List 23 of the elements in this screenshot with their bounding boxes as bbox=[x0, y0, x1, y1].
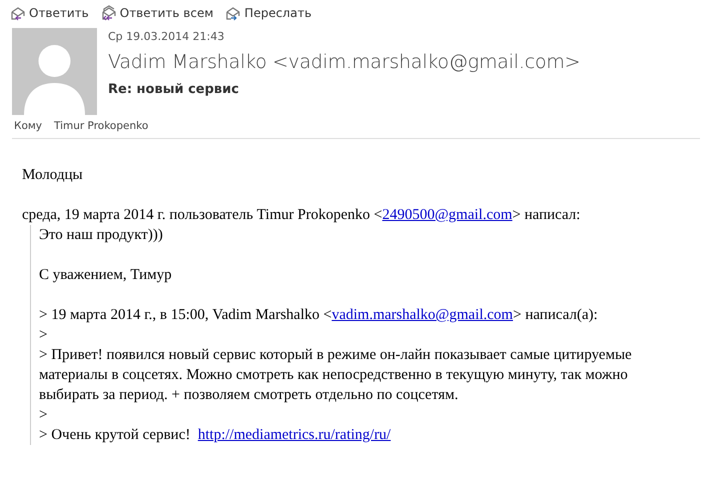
message-line: С уважением, Тимур bbox=[39, 266, 173, 285]
message-line: > bbox=[39, 326, 48, 345]
recipient-label: Кому bbox=[14, 120, 42, 132]
toolbar-button[interactable]: Переслать bbox=[225, 5, 312, 21]
message-line: > Очень крутой сервис! http://mediametrics.ru/rating/ru/ bbox=[39, 426, 392, 445]
message-line: Это наш продукт))) bbox=[39, 226, 164, 245]
recipient-name: Timur Prokopenko bbox=[54, 120, 148, 132]
toolbar-button[interactable]: Ответить bbox=[10, 5, 89, 21]
envelope-icon bbox=[100, 5, 117, 21]
toolbar-button[interactable]: Ответить всем bbox=[100, 5, 214, 21]
message-line: > 19 марта 2014 г., в 15:00, Vadim Marshalko <vadim.marshalko@gmail.com> написал(а): bbox=[39, 306, 599, 325]
message-line: > Привет! появился новый сервис который в режиме он-лайн показывает самые цитируемые материалы в соцсетях. Можно смотреть как непосредственно в текущую минуту, так можно выбирать за период. + позволяем смотреть отдельно по соцсетям. bbox=[39, 346, 633, 405]
message-line: Молодцы bbox=[22, 166, 84, 185]
sent-date: Ср 19.03.2014 21:43 bbox=[108, 30, 226, 43]
email-link[interactable]: http://mediametrics.ru/rating/ru/ bbox=[198, 427, 391, 443]
envelope-icon bbox=[225, 5, 242, 21]
sender-name: Vadim Marshalko <vadim.marshalko@gmail.com> bbox=[108, 51, 580, 73]
email-link[interactable]: 2490500@gmail.com bbox=[382, 207, 512, 223]
message-line: среда, 19 марта 2014 г. пользователь Timur Prokopenko <2490500@gmail.com> написал: bbox=[22, 206, 582, 225]
message-subject: Re: новый сервис bbox=[108, 82, 240, 97]
email-link[interactable]: vadim.marshalko@gmail.com bbox=[332, 307, 513, 323]
message-line: > bbox=[39, 406, 48, 425]
envelope-icon bbox=[10, 5, 26, 21]
